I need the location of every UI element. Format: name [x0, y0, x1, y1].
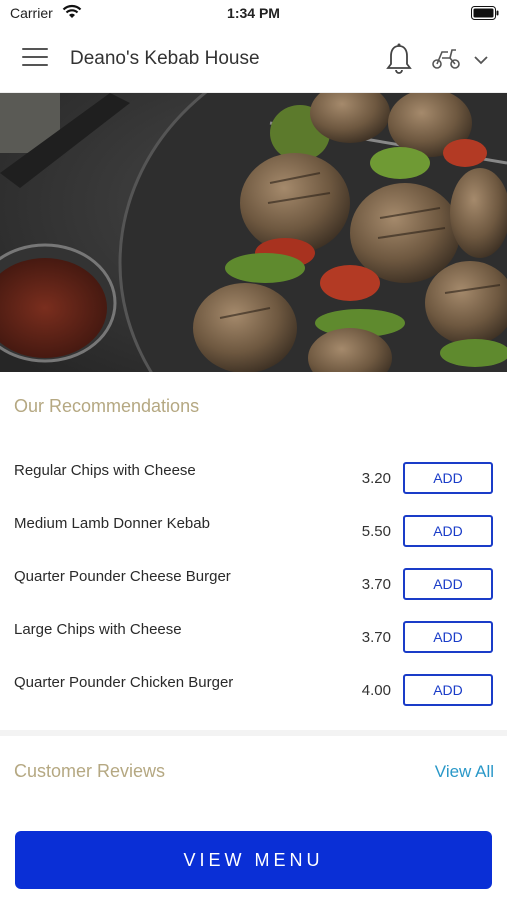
item-name: Quarter Pounder Cheese Burger	[14, 568, 231, 585]
add-button[interactable]: ADD	[403, 515, 493, 547]
add-button[interactable]: ADD	[403, 621, 493, 653]
add-button[interactable]: ADD	[403, 568, 493, 600]
item-name: Quarter Pounder Chicken Burger	[14, 674, 234, 691]
item-name: Medium Lamb Donner Kebab	[14, 515, 210, 532]
list-item: Regular Chips with Cheese 3.20 ADD	[0, 462, 507, 502]
menu-icon[interactable]	[22, 48, 48, 70]
clock: 1:34 PM	[227, 5, 280, 21]
hero-image	[0, 93, 507, 372]
section-divider	[0, 730, 507, 736]
add-button[interactable]: ADD	[403, 462, 493, 494]
chevron-down-icon[interactable]	[474, 52, 488, 70]
item-price: 5.50	[361, 523, 391, 540]
battery-icon	[471, 6, 499, 23]
list-item: Medium Lamb Donner Kebab 5.50 ADD	[0, 515, 507, 555]
item-price: 3.20	[361, 470, 391, 487]
item-price: 3.70	[361, 576, 391, 593]
status-bar: Carrier 1:34 PM	[0, 0, 507, 28]
restaurant-title: Deano's Kebab House	[70, 48, 260, 69]
add-button[interactable]: ADD	[403, 674, 493, 706]
item-name: Regular Chips with Cheese	[14, 462, 196, 479]
reviews-heading: Customer Reviews	[14, 761, 166, 781]
item-name: Large Chips with Cheese	[14, 621, 182, 638]
recommendations-heading: Our Recommendations	[14, 396, 200, 416]
item-price: 3.70	[361, 629, 391, 646]
list-item: Quarter Pounder Cheese Burger 3.70 ADD	[0, 568, 507, 608]
app-header: Deano's Kebab House	[0, 28, 507, 93]
view-all-link[interactable]: View All	[435, 762, 494, 782]
item-price: 4.00	[361, 682, 391, 699]
list-item: Large Chips with Cheese 3.70 ADD	[0, 621, 507, 661]
list-item: Quarter Pounder Chicken Burger 4.00 ADD	[0, 674, 507, 714]
view-menu-button[interactable]: VIEW MENU	[15, 831, 492, 889]
scooter-icon[interactable]	[430, 44, 462, 77]
bell-icon[interactable]	[384, 42, 414, 81]
